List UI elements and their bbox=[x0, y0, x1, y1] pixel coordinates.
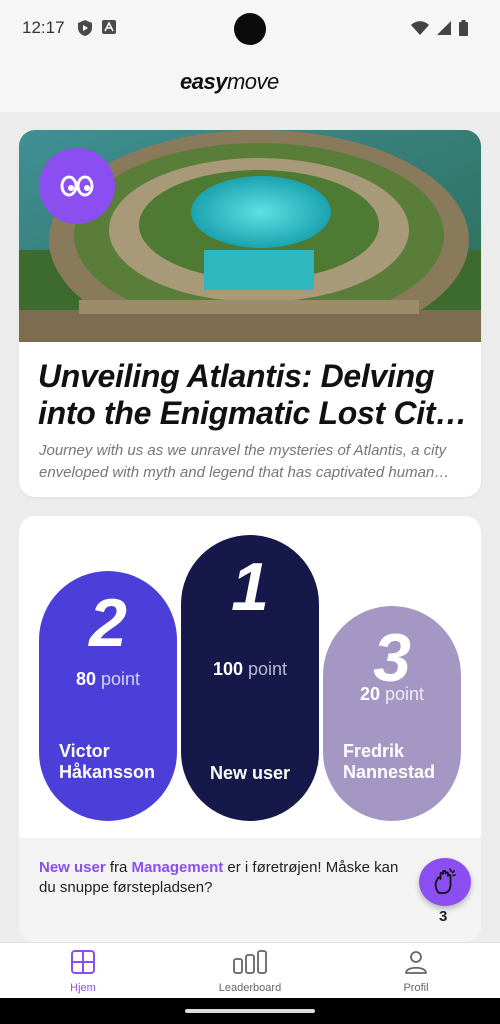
leaderboard-card: 2 80 point Victor Håkansson 1 100 point … bbox=[19, 516, 481, 942]
podium-second-place[interactable]: 2 80 point Victor Håkansson bbox=[39, 571, 177, 821]
nav-home-label: Hjem bbox=[70, 982, 96, 994]
wave-button[interactable] bbox=[419, 858, 471, 906]
nav-leaderboard[interactable]: Leaderboard bbox=[190, 949, 310, 994]
gesture-handle[interactable] bbox=[185, 1009, 315, 1013]
player-name: New user bbox=[209, 763, 291, 783]
app-header: easymove bbox=[0, 60, 500, 112]
gesture-bar bbox=[0, 998, 500, 1024]
nav-home[interactable]: Hjem bbox=[23, 949, 143, 994]
leader-banner-text: New user fra Management er i føretrøjen!… bbox=[39, 859, 399, 896]
rank-number: 1 bbox=[231, 549, 269, 625]
nav-profile-label: Profil bbox=[403, 982, 429, 994]
article-description: Journey with us as we unravel the myster… bbox=[39, 442, 447, 481]
rank-number: 3 bbox=[373, 620, 411, 696]
person-icon bbox=[405, 951, 427, 974]
leader-banner: New user fra Management er i føretrøjen!… bbox=[19, 838, 481, 942]
nav-profile[interactable]: Profil bbox=[356, 949, 476, 994]
player-name: Victor Håkansson bbox=[59, 741, 156, 782]
podium-third-place[interactable]: 3 20 point Fredrik Nannestad bbox=[323, 606, 461, 821]
rank-number: 2 bbox=[89, 585, 127, 661]
signal-icon bbox=[437, 21, 451, 35]
player-name: Fredrik Nannestad bbox=[343, 741, 436, 782]
shield-play-icon bbox=[78, 20, 92, 36]
font-a-icon bbox=[102, 20, 116, 34]
status-notification-icons bbox=[78, 20, 116, 36]
article-card[interactable]: Unveiling Atlantis: Delving into the Eni… bbox=[19, 130, 481, 497]
points-label: 100 point bbox=[212, 659, 288, 679]
article-title: Unveiling Atlantis: Delving into the Eni… bbox=[38, 358, 453, 431]
status-system-icons bbox=[411, 20, 468, 36]
eyes-badge bbox=[39, 148, 115, 224]
points-label: 20 point bbox=[359, 684, 425, 704]
podium-first-place[interactable]: 1 100 point New user bbox=[181, 535, 319, 821]
nav-leaderboard-label: Leaderboard bbox=[218, 982, 282, 994]
bottom-navigation: Hjem Leaderboard Profil bbox=[0, 942, 500, 999]
status-time: 12:17 bbox=[22, 18, 65, 37]
grid-home-icon bbox=[71, 950, 95, 974]
wave-count: 3 bbox=[439, 908, 448, 925]
bar-chart-icon bbox=[233, 950, 267, 974]
battery-icon bbox=[459, 20, 468, 36]
waving-hand-icon bbox=[434, 868, 456, 894]
wifi-icon bbox=[411, 21, 429, 35]
points-label: 80 point bbox=[75, 669, 141, 689]
app-logo: easymove bbox=[180, 69, 279, 94]
status-bar: 12:17 bbox=[0, 0, 500, 60]
camera-cutout bbox=[234, 13, 266, 45]
eyes-icon bbox=[60, 175, 94, 197]
